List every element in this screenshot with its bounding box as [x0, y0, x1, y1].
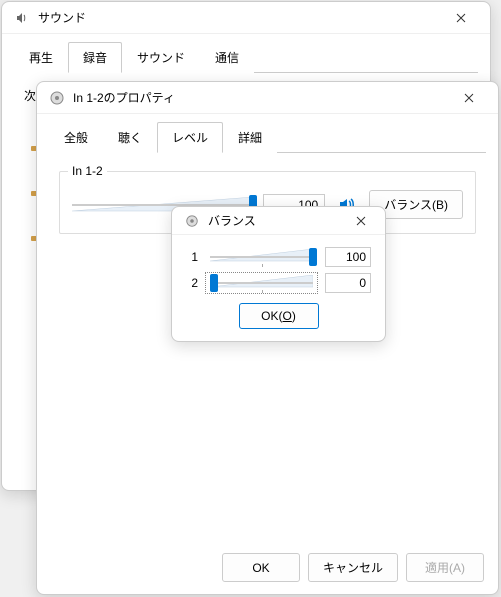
- properties-title: In 1-2のプロパティ: [73, 89, 446, 106]
- channel-1-thumb[interactable]: [309, 248, 317, 266]
- tab-sounds[interactable]: サウンド: [122, 42, 200, 73]
- close-button-balance[interactable]: [343, 208, 379, 234]
- balance-channel-1-row: 1: [186, 247, 371, 267]
- properties-titlebar: In 1-2のプロパティ: [37, 82, 498, 114]
- channel-2-slider[interactable]: [206, 273, 317, 293]
- cancel-button[interactable]: キャンセル: [308, 553, 398, 582]
- balance-titlebar: バランス: [172, 207, 385, 235]
- channel-2-value[interactable]: [325, 273, 371, 293]
- channel-1-slider[interactable]: [206, 247, 317, 267]
- level-legend: In 1-2: [68, 164, 107, 178]
- tab-playback[interactable]: 再生: [14, 42, 68, 73]
- channel-1-label: 1: [186, 250, 198, 264]
- balance-ok-button[interactable]: OK(O): [239, 303, 319, 329]
- channel-2-label: 2: [186, 276, 198, 290]
- tab-recording[interactable]: 録音: [68, 42, 122, 73]
- sound-tabs: 再生 録音 サウンド 通信: [2, 34, 490, 73]
- tab-details[interactable]: 詳細: [223, 122, 277, 153]
- sound-icon: [14, 10, 30, 26]
- balance-dialog: バランス 1 2: [171, 206, 386, 342]
- properties-icon: [49, 90, 65, 106]
- channel-2-thumb[interactable]: [210, 274, 218, 292]
- close-button-properties[interactable]: [446, 83, 492, 113]
- balance-channel-2-row: 2: [186, 273, 371, 293]
- balance-icon: [184, 213, 200, 229]
- properties-button-row: OK キャンセル 適用(A): [222, 553, 484, 582]
- sound-titlebar: サウンド: [2, 2, 490, 34]
- balance-title: バランス: [208, 212, 343, 229]
- sound-title: サウンド: [38, 9, 438, 26]
- apply-button[interactable]: 適用(A): [406, 553, 484, 582]
- close-button-sound[interactable]: [438, 3, 484, 33]
- tab-general[interactable]: 全般: [49, 122, 103, 153]
- content-label: 次: [24, 89, 36, 103]
- channel-1-value[interactable]: [325, 247, 371, 267]
- tab-listen[interactable]: 聴く: [103, 122, 157, 153]
- tab-levels[interactable]: レベル: [157, 122, 223, 153]
- ok-button[interactable]: OK: [222, 553, 300, 582]
- tab-communication[interactable]: 通信: [200, 42, 254, 73]
